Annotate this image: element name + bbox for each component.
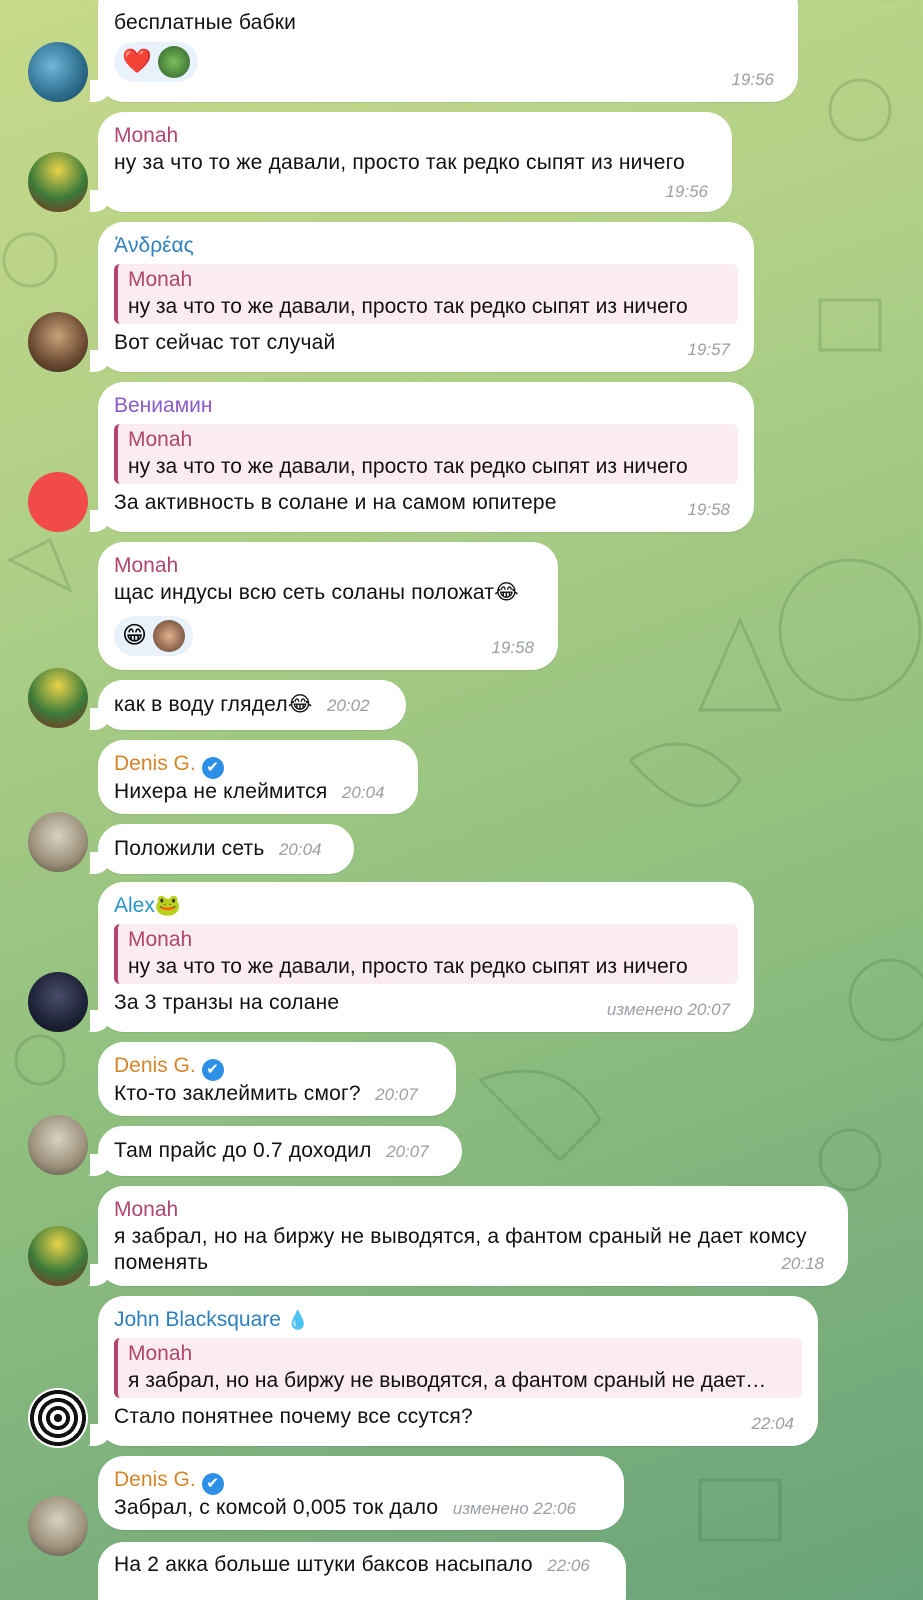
sender-name-text: Denis G. <box>114 1054 196 1077</box>
message-time: 22:04 <box>751 1414 794 1433</box>
message-text: На 2 акка больше штуки баксов насыпало <box>114 1553 533 1576</box>
avatar[interactable] <box>28 1496 88 1556</box>
message-text: Положили сеть <box>114 837 265 860</box>
message-text: бесплатные бабки <box>114 11 297 34</box>
message-time: 20:07 <box>375 1085 418 1104</box>
message-time: 22:06 <box>547 1556 590 1575</box>
message-time: 19:57 <box>687 340 730 359</box>
sender-name[interactable]: Monah <box>114 1196 832 1224</box>
message-text: щас индусы всю сеть соланы положат😂 <box>114 581 519 604</box>
message-bubble[interactable]: Ἀνδρέας Monah ну за что то же давали, пр… <box>90 222 754 372</box>
reply-text: я забрал, но на биржу не выводятся, а фа… <box>128 1369 767 1392</box>
message-text: Нихера не клеймится <box>114 780 328 803</box>
message-bubble[interactable]: Вениамин Monah ну за что то же давали, п… <box>90 382 754 532</box>
verified-badge-icon: ✔ <box>201 1473 224 1495</box>
sender-name[interactable]: Denis G. ✔ <box>114 750 402 779</box>
message-text-line2: поменять <box>114 1251 209 1274</box>
message-text: Вот сейчас тот случай <box>114 331 336 354</box>
reply-sender: Monah <box>128 268 193 291</box>
message-bubble[interactable]: Там прайс до 0.7 доходил 20:07 <box>90 1126 462 1176</box>
verified-badge-icon: ✔ <box>201 1059 224 1081</box>
sender-name[interactable]: Denis G. ✔ <box>114 1466 608 1495</box>
reaction-user-avatar[interactable] <box>157 46 190 78</box>
message-time: 19:56 <box>731 70 774 89</box>
message-time: изменено 20:07 <box>606 1000 730 1019</box>
reply-sender: Monah <box>128 428 193 451</box>
message-bubble[interactable]: Положили сеть 20:04 <box>90 824 354 874</box>
message-bubble[interactable]: Monah щас индусы всю сеть соланы положат… <box>98 542 558 670</box>
sender-name-text: Denis G. <box>114 752 196 775</box>
heart-reaction[interactable]: ❤️ <box>122 47 152 77</box>
message-bubble[interactable]: Monah ну за что то же давали, просто так… <box>90 112 732 212</box>
message-bubble[interactable]: Denis G. ✔ Кто-то заклеймить смог? 20:07 <box>98 1042 456 1116</box>
message-time: 20:18 <box>781 1254 824 1273</box>
message-time: 19:56 <box>665 182 708 201</box>
reply-quote[interactable]: Monah ну за что то же давали, просто так… <box>114 924 738 984</box>
reply-text: ну за что то же давали, просто так редко… <box>128 955 688 978</box>
reply-sender: Monah <box>128 928 193 951</box>
reply-text: ну за что то же давали, просто так редко… <box>128 295 688 318</box>
message-bubble[interactable]: Denis G. ✔ Нихера не клеймится 20:04 <box>98 740 418 814</box>
droplet-emoji-icon: 💧 <box>286 1310 310 1330</box>
message-text: За активность в солане и на самом юпитер… <box>114 491 557 514</box>
sender-name[interactable]: Monah <box>114 122 716 150</box>
message-time: 19:58 <box>687 500 730 519</box>
reply-sender: Monah <box>128 1342 193 1365</box>
message-text-line1: я забрал, но на биржу не выводятся, а фа… <box>114 1225 807 1248</box>
reply-quote[interactable]: Monah я забрал, но на биржу не выводятся… <box>114 1338 802 1398</box>
message-text: Забрал, с комсой 0,005 ток дало <box>114 1496 439 1519</box>
message-bubble[interactable]: John Blacksquare 💧 Monah я забрал, но на… <box>90 1296 818 1446</box>
message-bubble[interactable]: Alex🐸 Monah ну за что то же давали, прос… <box>90 882 754 1032</box>
message-bubble[interactable]: Monah я забрал, но на биржу не выводятся… <box>90 1186 848 1286</box>
message-time: 19:58 <box>491 638 534 657</box>
message-bubble[interactable]: бесплатные бабки ❤️ 19:56 <box>90 0 798 102</box>
reactions-bar[interactable]: 😁 <box>114 616 194 656</box>
reply-text: ну за что то же давали, просто так редко… <box>128 455 688 478</box>
message-bubble[interactable]: На 2 акка больше штуки баксов насыпало 2… <box>98 1542 626 1600</box>
sender-name-text: Denis G. <box>114 1468 196 1491</box>
sender-name[interactable]: Ἀνδρέας <box>114 232 738 260</box>
message-time: изменено 22:06 <box>452 1499 576 1518</box>
message-time: 20:04 <box>341 783 385 802</box>
sender-name[interactable]: Monah <box>114 552 542 580</box>
message-text: Стало понятнее почему все ссутся? <box>114 1405 473 1428</box>
reply-quote[interactable]: Monah ну за что то же давали, просто так… <box>114 424 738 484</box>
sender-name[interactable]: John Blacksquare 💧 <box>114 1306 802 1334</box>
grin-reaction[interactable]: 😁 <box>122 621 147 651</box>
reactions-bar[interactable]: ❤️ <box>114 42 198 82</box>
message-time: 20:02 <box>326 696 370 715</box>
sender-name-text: John Blacksquare <box>114 1308 281 1331</box>
verified-badge-icon: ✔ <box>201 757 224 779</box>
message-text: как в воду глядел😂 <box>114 693 313 716</box>
message-time: 20:04 <box>278 840 322 859</box>
message-bubble[interactable]: Denis G. ✔ Забрал, с комсой 0,005 ток дал… <box>98 1456 624 1530</box>
message-text: ну за что то же давали, просто так редко… <box>114 151 685 174</box>
message-text: Там прайс до 0.7 доходил <box>114 1139 372 1162</box>
sender-name[interactable]: Alex🐸 <box>114 892 738 920</box>
reply-quote[interactable]: Monah ну за что то же давали, просто так… <box>114 264 738 324</box>
reaction-user-avatar[interactable] <box>153 620 186 652</box>
sender-name[interactable]: Denis G. ✔ <box>114 1052 440 1081</box>
message-text: Кто-то заклеймить смог? <box>114 1082 361 1105</box>
message-time: 20:07 <box>386 1142 429 1161</box>
sender-name[interactable]: Вениамин <box>114 392 738 420</box>
message-bubble[interactable]: как в воду глядел😂 20:02 <box>90 680 406 730</box>
